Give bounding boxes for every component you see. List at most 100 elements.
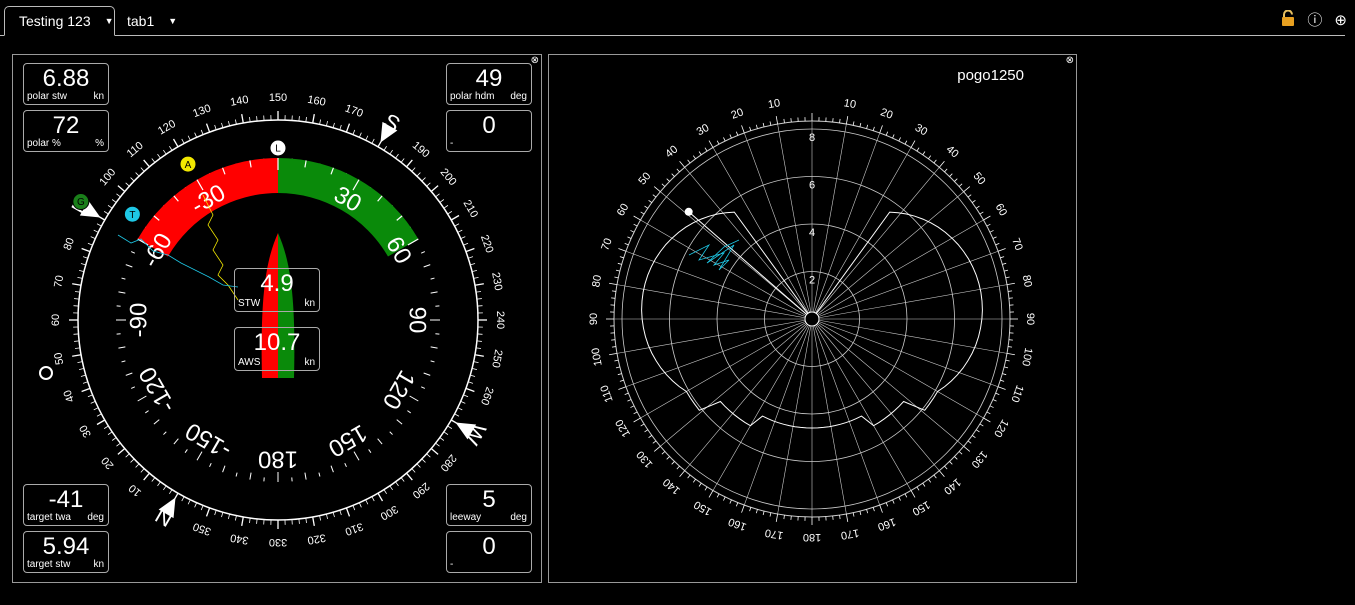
polar-tick [949, 173, 953, 177]
compass-tick [163, 485, 167, 491]
compass-degree-label: 80 [62, 236, 77, 252]
marker-g-icon: G [72, 193, 90, 211]
polar-spoke [811, 318, 881, 506]
compass-tick [473, 276, 479, 279]
compass-tick [90, 400, 96, 404]
polar-tick [992, 399, 997, 402]
polar-hdm-value: 49 [475, 65, 503, 92]
polar-angle-label: 90 [588, 313, 600, 325]
compass-degree-label: 70 [52, 274, 66, 288]
tab-bar-divider [0, 35, 1345, 36]
polar-tick [859, 511, 862, 516]
polar-pct-box: 72 polar % % [23, 110, 109, 152]
blank-top-label: - [450, 138, 454, 149]
polar-tick [986, 411, 991, 415]
compass-tick [200, 129, 204, 135]
polar-tick [872, 126, 875, 131]
chevron-down-icon[interactable]: ▼ [168, 16, 177, 26]
polar-tick [958, 183, 963, 187]
polar-tick [609, 352, 618, 356]
polar-angle-label: 130 [969, 448, 990, 470]
polar-tick [698, 151, 702, 156]
compass-tick [125, 453, 130, 458]
blank-top-value: 0 [482, 112, 496, 139]
compass-tick [435, 442, 440, 447]
compass-tick [172, 138, 179, 148]
polar-tick [958, 451, 963, 455]
compass-tick [117, 185, 126, 192]
polar-spoke [684, 167, 813, 320]
polar-tick [644, 205, 649, 209]
polar-radial-label: 4 [809, 227, 815, 239]
polar-radial-label: 8 [809, 132, 815, 144]
polar-tick [762, 122, 765, 127]
blank-bottom-box: 0 - [446, 531, 532, 573]
polar-tick [967, 440, 972, 444]
add-icon[interactable]: ⊕ [1334, 12, 1347, 30]
tab-tab1[interactable]: tab1 ▼ [113, 6, 185, 36]
compass-tick [96, 413, 102, 417]
stw-label: STW [238, 298, 261, 309]
polar-tick [716, 493, 720, 498]
compass-tick [383, 489, 387, 495]
relative-tick [118, 346, 126, 349]
compass-degree-label: 60 [50, 314, 62, 326]
polar-tick [975, 205, 980, 209]
compass-tick [352, 129, 356, 135]
compass-tick [312, 516, 315, 526]
polar-tick [922, 151, 926, 156]
compass-degree-label: 160 [306, 94, 326, 109]
compass-tick [241, 516, 244, 526]
stw-unit: kn [304, 298, 315, 309]
compass-tick [200, 505, 204, 511]
compass-tick [111, 437, 117, 441]
compass-tick [157, 481, 161, 487]
compass-tick [169, 489, 173, 495]
target-twa-value: -41 [48, 486, 84, 513]
relative-tick [163, 431, 167, 435]
chevron-down-icon[interactable]: ▼ [105, 16, 114, 26]
compass-tick [430, 185, 439, 192]
polar-tick [910, 490, 916, 498]
tab-testing-123[interactable]: Testing 123 ▼ [4, 6, 115, 36]
polar-tick [983, 215, 991, 221]
relative-tick [430, 291, 438, 294]
polar-tick [783, 118, 785, 123]
relative-tick [222, 465, 226, 473]
aws-label: AWS [238, 357, 261, 368]
polar-tick [687, 474, 691, 479]
compass-tick [130, 177, 135, 182]
info-icon[interactable]: ⓘ [1307, 12, 1322, 30]
polar-tick [938, 470, 945, 478]
compass-tick [383, 145, 387, 151]
compass-tick [187, 499, 191, 505]
polar-spoke [811, 167, 940, 320]
polar-tick [852, 512, 855, 517]
polar-hdm-label: polar hdm [450, 91, 495, 102]
compass-degree-label: 200 [438, 166, 459, 188]
polar-tick [775, 116, 779, 125]
compass-degree-label: 310 [343, 520, 364, 538]
stw-value: 4.9 [260, 270, 294, 297]
compass-tick [74, 340, 80, 342]
relative-tick [318, 472, 321, 477]
compass-tick [305, 517, 307, 524]
polar-spoke [811, 191, 964, 320]
compass-tick [107, 205, 113, 209]
polar-tick [963, 186, 971, 193]
polar-tick [910, 140, 916, 148]
lock-icon[interactable] [1281, 9, 1295, 31]
compass-tick [249, 517, 251, 524]
compass-tick [470, 374, 476, 377]
compass-tick [163, 149, 167, 155]
marker-letter: L [275, 144, 281, 155]
polar-target-line [688, 211, 813, 320]
relative-tick [125, 264, 133, 268]
compass-degree-label: 130 [191, 103, 212, 121]
polar-tick [633, 215, 641, 221]
polar-tick [983, 417, 991, 423]
polar-radial-label: 6 [809, 180, 815, 192]
polar-spoke [684, 318, 813, 471]
polar-tick [723, 137, 726, 142]
polar-tick [708, 490, 714, 498]
